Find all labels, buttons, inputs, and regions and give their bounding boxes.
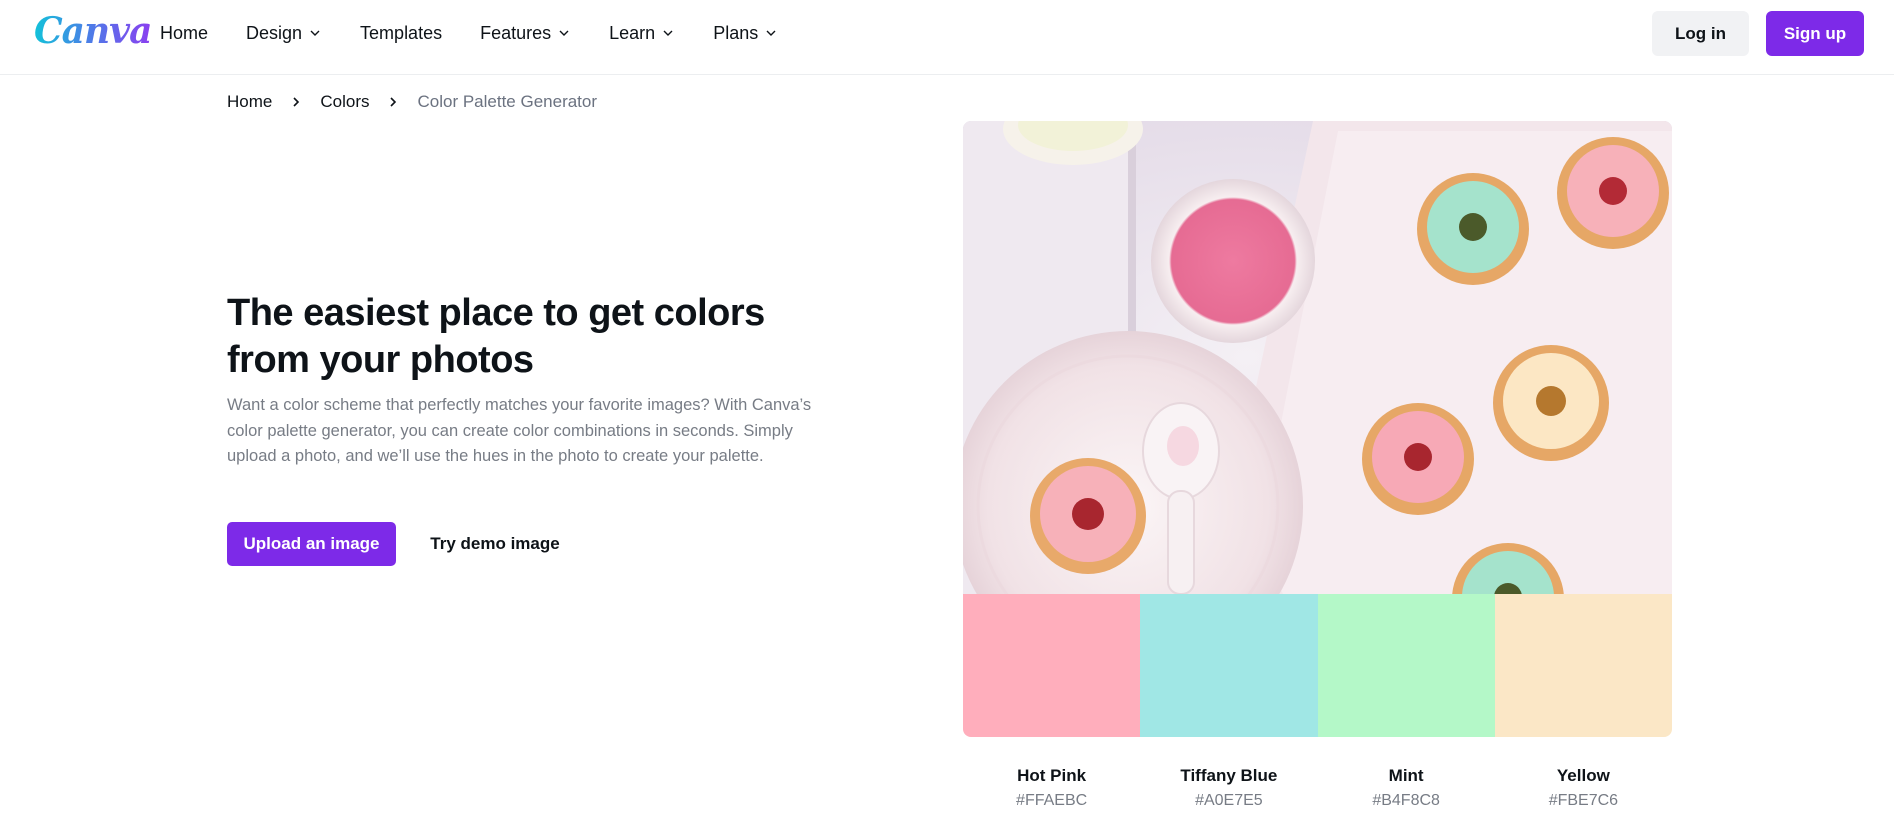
swatch-hex[interactable]: #A0E7E5 (1140, 788, 1317, 814)
breadcrumb-current: Color Palette Generator (417, 92, 598, 111)
try-demo-image-button[interactable]: Try demo image (416, 522, 574, 566)
demo-photo (963, 121, 1672, 594)
login-button[interactable]: Log in (1652, 11, 1749, 56)
swatch-name: Hot Pink (1017, 766, 1087, 785)
swatch-name: Mint (1388, 766, 1424, 785)
canva-logo[interactable]: Canva (34, 10, 152, 52)
donuts-photo-illustration (963, 121, 1672, 594)
nav-learn[interactable]: Learn (609, 23, 675, 44)
swatch-yellow[interactable] (1494, 594, 1672, 737)
swatch-hex[interactable]: #B4F8C8 (1318, 788, 1495, 814)
page-title: The easiest place to get colors from you… (227, 292, 765, 381)
breadcrumb: Home Colors Color Palette Generator (227, 92, 597, 112)
palette-labels: Hot Pink #FFAEBC Tiffany Blue #A0E7E5 Mi… (963, 764, 1672, 814)
swatch-hex[interactable]: #FFAEBC (963, 788, 1140, 814)
swatch-label: Hot Pink #FFAEBC (963, 764, 1140, 814)
nav-features[interactable]: Features (480, 23, 571, 44)
signup-button[interactable]: Sign up (1766, 11, 1864, 56)
nav-home-label: Home (160, 22, 209, 43)
breadcrumb-home[interactable]: Home (227, 92, 272, 112)
swatch-label: Yellow #FBE7C6 (1495, 764, 1672, 814)
nav-design[interactable]: Design (246, 23, 322, 44)
chevron-down-icon (661, 26, 675, 40)
page-description: Want a color scheme that perfectly match… (227, 396, 812, 465)
nav-features-label: Features (480, 22, 552, 43)
swatch-label: Mint #B4F8C8 (1318, 764, 1495, 814)
chevron-right-icon (290, 96, 302, 108)
nav-learn-label: Learn (609, 22, 656, 43)
palette-swatches (963, 594, 1672, 737)
nav-design-label: Design (246, 22, 303, 43)
main-nav: Home Design Templates Features Learn Pla… (160, 0, 816, 66)
breadcrumb-colors[interactable]: Colors (320, 92, 369, 112)
swatch-name: Tiffany Blue (1180, 766, 1278, 785)
chevron-down-icon (557, 26, 571, 40)
chevron-down-icon (308, 26, 322, 40)
nav-templates-label: Templates (360, 22, 443, 43)
nav-templates[interactable]: Templates (360, 23, 442, 44)
swatch-name: Yellow (1556, 766, 1610, 785)
nav-home[interactable]: Home (160, 23, 208, 44)
swatch-hex[interactable]: #FBE7C6 (1495, 788, 1672, 814)
swatch-hot-pink[interactable] (963, 594, 1141, 737)
swatch-tiffany-blue[interactable] (1140, 594, 1318, 737)
site-header: Canva Home Design Templates Features Lea… (0, 0, 1894, 75)
nav-plans[interactable]: Plans (713, 23, 778, 44)
nav-plans-label: Plans (713, 22, 759, 43)
swatch-mint[interactable] (1317, 594, 1495, 737)
chevron-right-icon (387, 96, 399, 108)
swatch-label: Tiffany Blue #A0E7E5 (1140, 764, 1317, 814)
upload-image-button[interactable]: Upload an image (227, 522, 396, 566)
chevron-down-icon (764, 26, 778, 40)
